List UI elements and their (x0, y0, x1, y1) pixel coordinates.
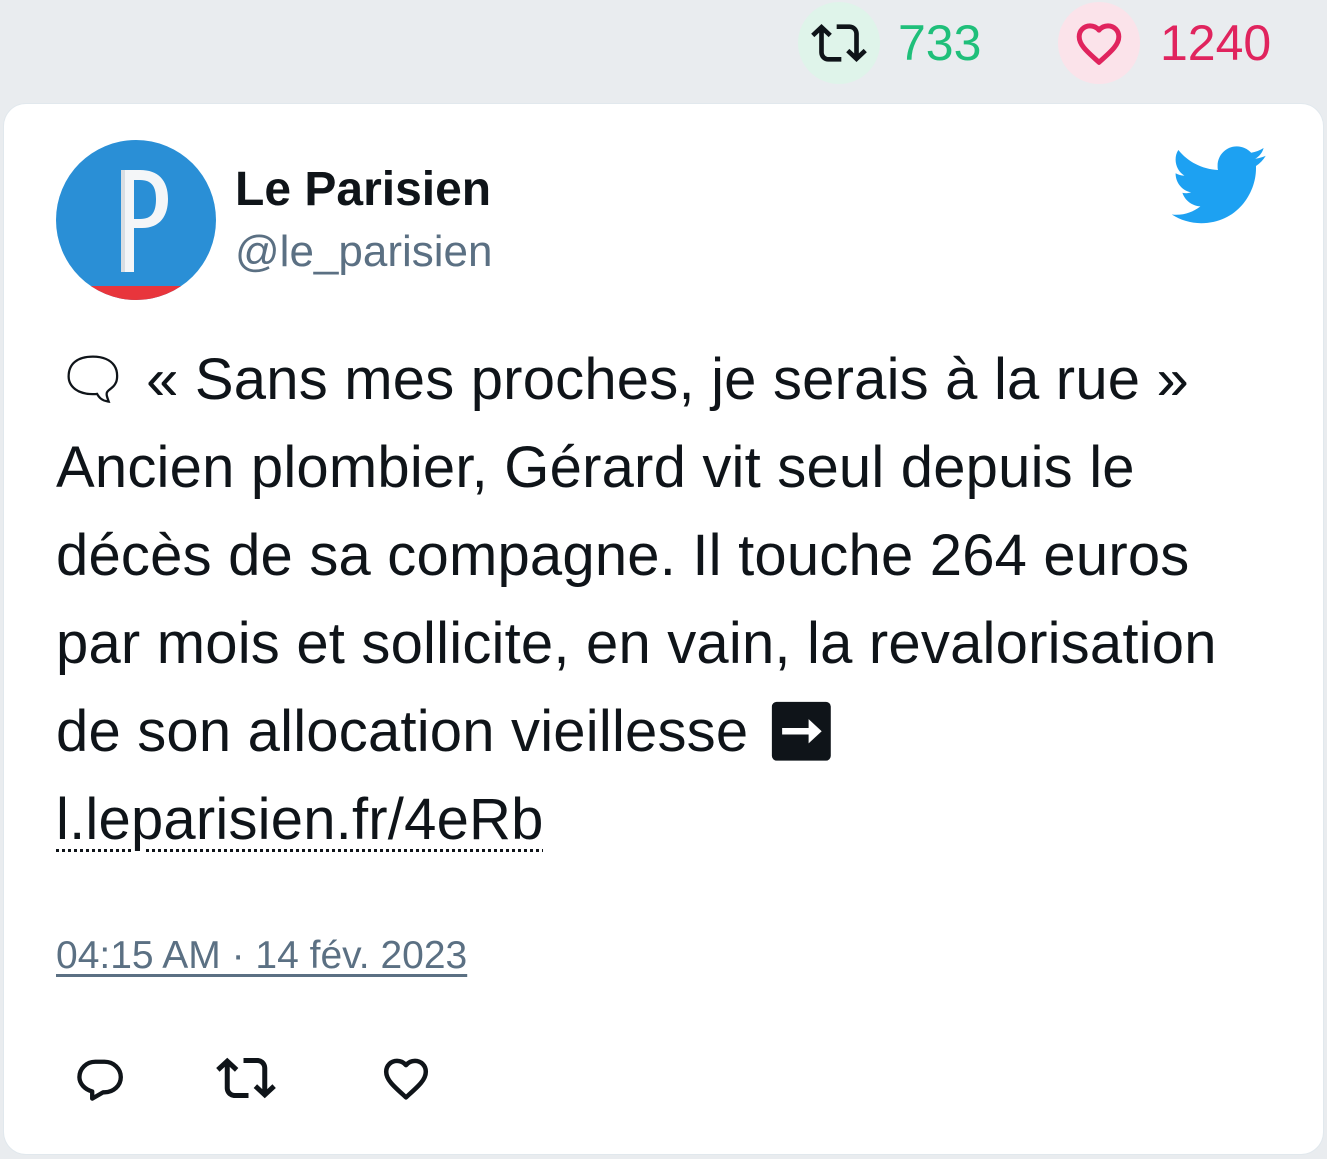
avatar[interactable] (56, 140, 216, 300)
heart-icon (1058, 2, 1140, 84)
like-stat: 1240 (1058, 2, 1271, 84)
reply-icon (74, 1052, 126, 1109)
tweet-link[interactable]: l.leparisien.fr/4eRb (56, 787, 544, 852)
engagement-stats-bar: 733 1240 (0, 0, 1327, 100)
le-parisien-logo (56, 140, 216, 300)
retweet-stat: 733 (798, 2, 981, 84)
tweet-body: 🗨 « Sans mes proches, je serais à la rue… (56, 336, 1288, 864)
heart-icon (379, 1051, 433, 1110)
twitter-bird-icon[interactable] (1171, 146, 1268, 231)
author-name[interactable]: Le Parisien (235, 166, 491, 214)
like-button[interactable] (380, 1054, 432, 1106)
retweet-button[interactable] (216, 1054, 276, 1106)
tweet-text: 🗨 « Sans mes proches, je serais à la rue… (56, 347, 1217, 764)
author-handle[interactable]: @le_parisien (235, 230, 492, 274)
retweet-icon (216, 1048, 276, 1113)
reply-button[interactable] (74, 1054, 126, 1106)
retweet-icon (798, 2, 880, 84)
tweet-timestamp[interactable]: 04:15 AM · 14 fév. 2023 (56, 934, 467, 978)
like-count: 1240 (1160, 15, 1272, 71)
tweet-card: Le Parisien @le_parisien 🗨 « Sans mes pr… (4, 104, 1323, 1154)
retweet-count: 733 (898, 15, 982, 71)
